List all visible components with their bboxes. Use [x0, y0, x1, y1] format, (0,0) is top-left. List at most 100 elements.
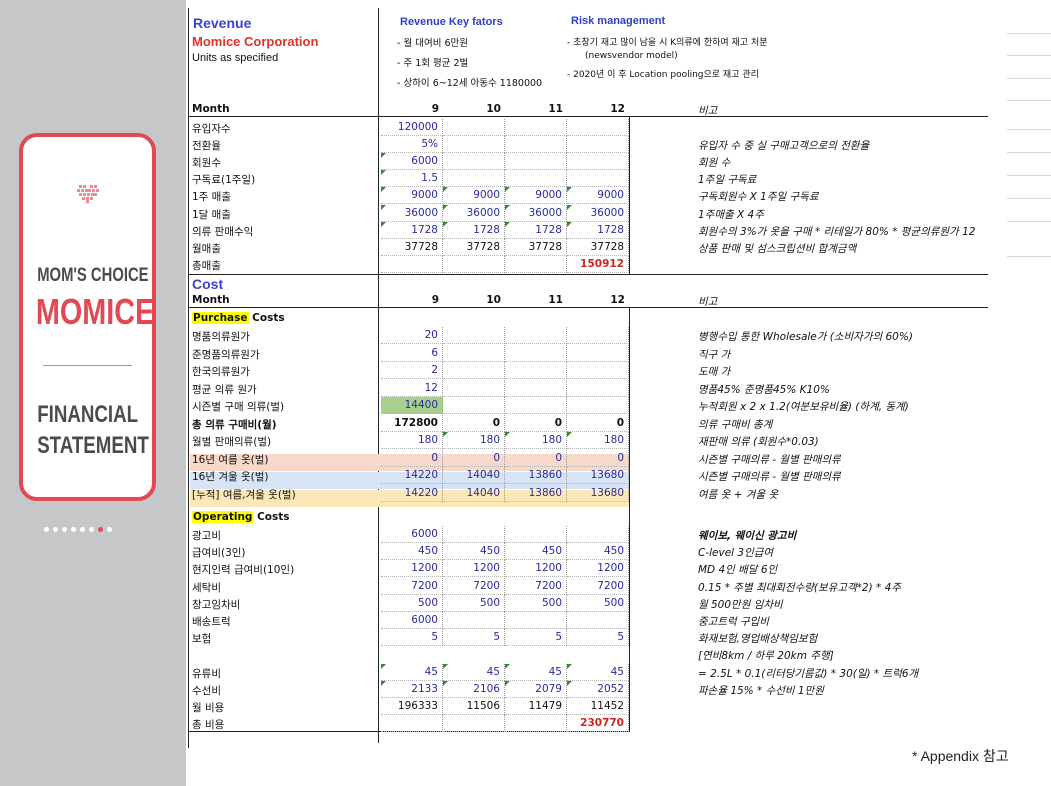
table-cell[interactable]: 450 — [381, 543, 443, 561]
page-dot[interactable] — [107, 527, 112, 532]
table-cell[interactable]: 180 — [381, 432, 443, 449]
table-cell[interactable]: 0 — [381, 449, 443, 467]
table-cell[interactable] — [505, 170, 567, 188]
table-cell[interactable]: 9000 — [443, 187, 505, 205]
table-cell[interactable]: 1.5 — [381, 170, 443, 188]
page-dot[interactable] — [53, 527, 58, 532]
table-cell[interactable] — [381, 255, 443, 273]
table-cell[interactable] — [505, 119, 567, 136]
table-cell[interactable]: 5 — [443, 629, 505, 647]
table-cell[interactable]: 11479 — [505, 698, 567, 715]
table-cell[interactable]: 196333 — [381, 698, 443, 715]
table-cell[interactable] — [505, 397, 567, 414]
table-cell[interactable]: 14220 — [381, 484, 443, 502]
table-cell[interactable]: 1728 — [443, 221, 505, 239]
table-cell[interactable] — [443, 397, 505, 414]
page-dot[interactable] — [62, 527, 67, 532]
table-cell[interactable]: 14220 — [381, 467, 443, 484]
table-cell[interactable] — [505, 136, 567, 154]
table-cell[interactable]: 0 — [443, 449, 505, 467]
table-cell[interactable]: 45 — [505, 663, 567, 681]
table-cell[interactable]: 37728 — [443, 238, 505, 256]
table-cell[interactable]: 0 — [567, 414, 629, 432]
table-cell[interactable]: 7200 — [381, 577, 443, 595]
table-cell[interactable]: 5% — [381, 136, 443, 154]
table-cell[interactable]: 5 — [381, 629, 443, 647]
table-cell[interactable] — [567, 397, 629, 414]
table-cell[interactable]: 172800 — [381, 414, 443, 432]
table-cell[interactable] — [443, 715, 505, 733]
table-cell[interactable]: 9000 — [381, 187, 443, 205]
table-cell[interactable] — [443, 255, 505, 273]
table-cell[interactable]: 120000 — [381, 119, 443, 136]
table-cell[interactable]: 500 — [381, 594, 443, 612]
table-cell[interactable]: 2106 — [443, 680, 505, 698]
table-cell[interactable]: 14040 — [443, 484, 505, 502]
table-cell[interactable] — [443, 153, 505, 171]
table-cell[interactable]: 9000 — [505, 187, 567, 205]
table-cell[interactable]: 37728 — [381, 238, 443, 256]
table-cell[interactable] — [443, 119, 505, 136]
table-cell[interactable]: 5 — [567, 629, 629, 647]
table-cell[interactable]: 5 — [505, 629, 567, 647]
table-cell[interactable]: 36000 — [381, 204, 443, 222]
table-cell[interactable] — [505, 612, 567, 629]
table-cell[interactable] — [567, 170, 629, 188]
table-cell[interactable] — [567, 344, 629, 362]
table-cell[interactable]: 1728 — [567, 221, 629, 239]
table-cell[interactable]: 180 — [443, 432, 505, 449]
table-cell[interactable]: 14400 — [381, 397, 443, 414]
table-cell[interactable]: 11452 — [567, 698, 629, 715]
table-cell[interactable]: 9000 — [567, 187, 629, 205]
table-cell[interactable]: 7200 — [567, 577, 629, 595]
table-cell[interactable] — [443, 170, 505, 188]
table-cell[interactable] — [505, 362, 567, 379]
table-cell[interactable]: 45 — [381, 663, 443, 681]
table-cell[interactable]: 500 — [443, 594, 505, 612]
table-cell[interactable]: 7200 — [505, 577, 567, 595]
table-cell[interactable]: 6000 — [381, 612, 443, 629]
table-cell[interactable]: 36000 — [443, 204, 505, 222]
table-cell[interactable]: 1728 — [381, 221, 443, 239]
table-cell[interactable]: 13680 — [567, 484, 629, 502]
table-cell[interactable] — [381, 715, 443, 733]
table-cell[interactable] — [505, 526, 567, 543]
table-cell[interactable] — [443, 379, 505, 397]
table-cell[interactable]: 0 — [505, 414, 567, 432]
table-cell[interactable]: 6000 — [381, 526, 443, 543]
table-cell[interactable] — [443, 362, 505, 379]
table-cell[interactable]: 1200 — [567, 560, 629, 578]
table-cell[interactable]: 500 — [505, 594, 567, 612]
table-cell[interactable] — [567, 136, 629, 154]
table-cell[interactable] — [505, 379, 567, 397]
table-cell[interactable] — [567, 327, 629, 344]
table-cell[interactable] — [443, 526, 505, 543]
table-cell[interactable]: 150912 — [567, 255, 629, 273]
table-cell[interactable] — [567, 379, 629, 397]
table-cell[interactable]: 11506 — [443, 698, 505, 715]
table-cell[interactable]: 2052 — [567, 680, 629, 698]
table-cell[interactable] — [505, 344, 567, 362]
table-cell[interactable]: 1200 — [381, 560, 443, 578]
table-cell[interactable] — [567, 153, 629, 171]
table-cell[interactable]: 1200 — [505, 560, 567, 578]
table-cell[interactable] — [567, 612, 629, 629]
table-cell[interactable]: 450 — [443, 543, 505, 561]
table-cell[interactable]: 1728 — [505, 221, 567, 239]
table-cell[interactable]: 7200 — [443, 577, 505, 595]
table-cell[interactable]: 14040 — [443, 467, 505, 484]
table-cell[interactable] — [505, 715, 567, 733]
table-cell[interactable]: 13680 — [567, 467, 629, 484]
table-cell[interactable]: 180 — [505, 432, 567, 449]
table-cell[interactable]: 2 — [381, 362, 443, 379]
table-cell[interactable]: 12 — [381, 379, 443, 397]
table-cell[interactable] — [505, 327, 567, 344]
table-cell[interactable]: 6 — [381, 344, 443, 362]
table-cell[interactable]: 37728 — [567, 238, 629, 256]
table-cell[interactable]: 45 — [443, 663, 505, 681]
table-cell[interactable]: 36000 — [505, 204, 567, 222]
table-cell[interactable]: 450 — [567, 543, 629, 561]
table-cell[interactable]: 230770 — [567, 715, 629, 733]
table-cell[interactable]: 2079 — [505, 680, 567, 698]
page-dot[interactable] — [44, 527, 49, 532]
